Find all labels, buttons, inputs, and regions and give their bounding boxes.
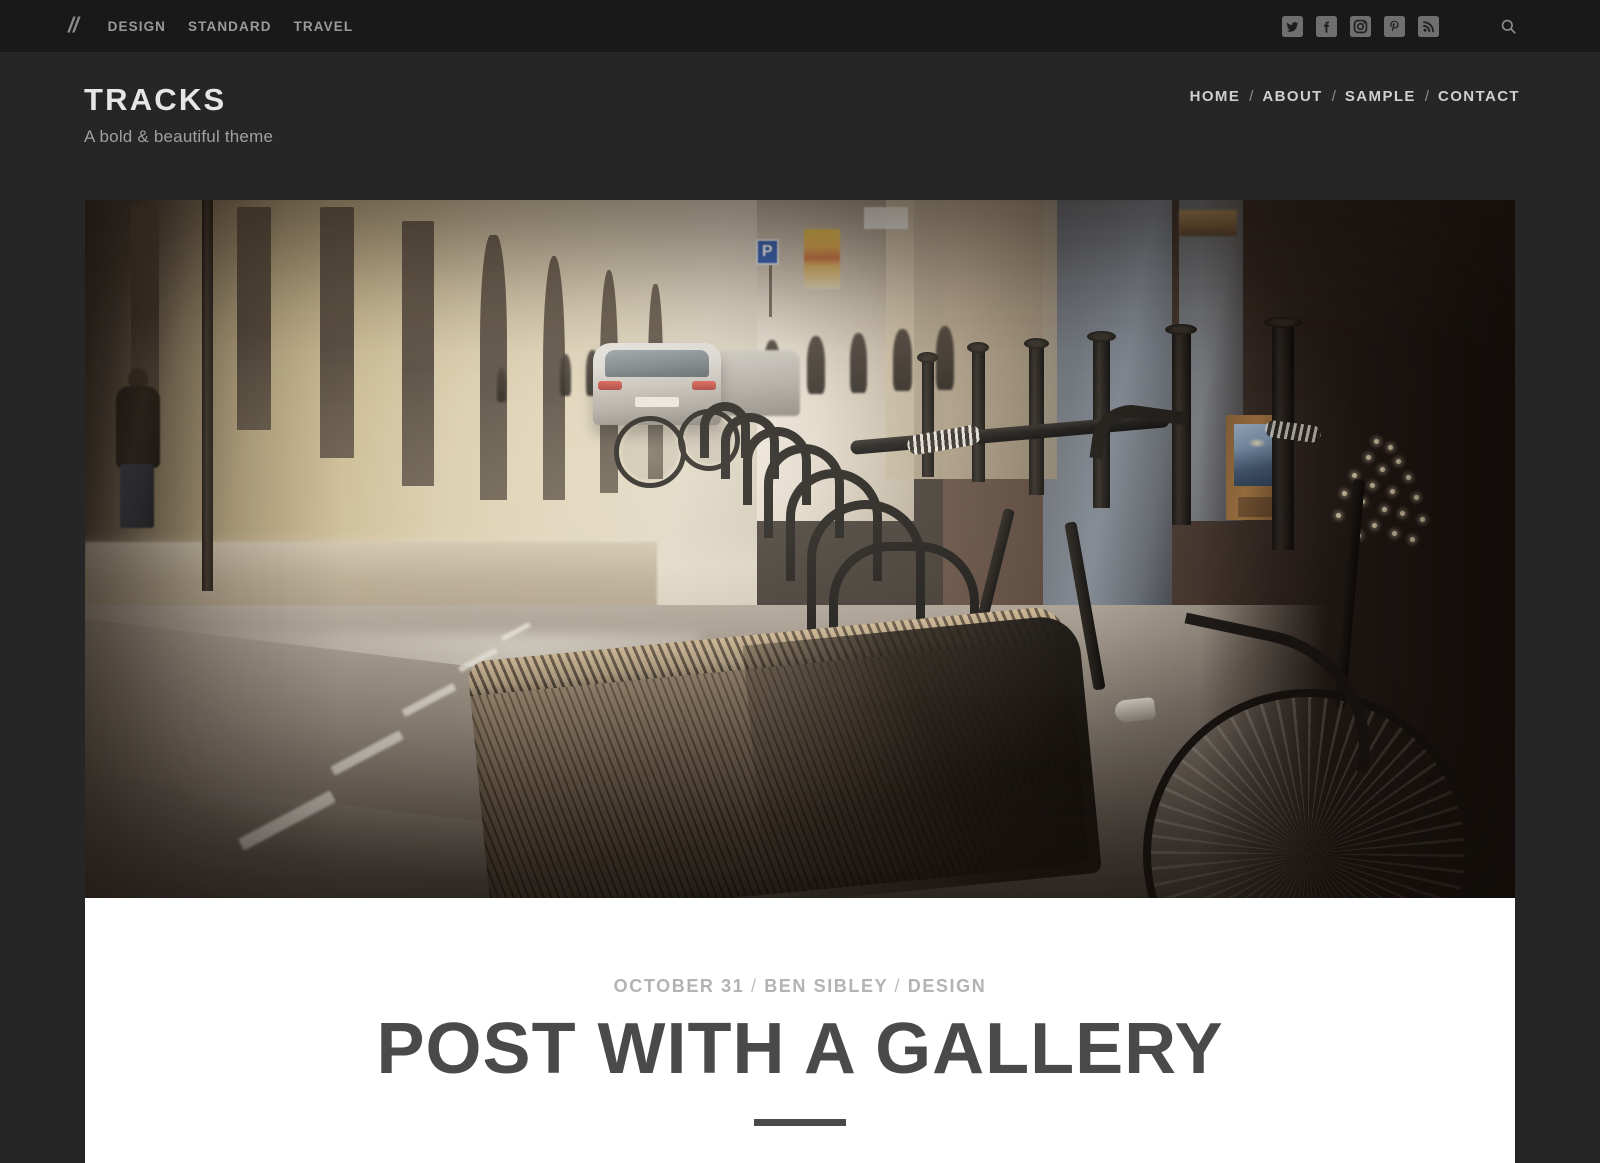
twitter-icon xyxy=(1282,15,1303,37)
primary-nav: HOME / ABOUT / SAMPLE / CONTACT xyxy=(1190,52,1520,105)
photo-vignette xyxy=(85,200,1515,898)
featured-image-link[interactable]: P xyxy=(85,200,1515,898)
post-header: OCTOBER 31 / BEN SIBLEY / DESIGN POST WI… xyxy=(85,898,1515,1163)
featured-photo: P xyxy=(85,200,1515,898)
instagram-link[interactable] xyxy=(1350,15,1371,37)
topbar-link-standard[interactable]: STANDARD xyxy=(188,19,272,34)
nav-item-about[interactable]: ABOUT xyxy=(1262,88,1322,105)
instagram-icon xyxy=(1350,15,1371,37)
pinterest-icon xyxy=(1384,15,1405,37)
search-icon xyxy=(1501,19,1516,34)
facebook-link[interactable] xyxy=(1316,15,1337,37)
social-icon-list xyxy=(1282,15,1439,37)
nav-separator: / xyxy=(1424,88,1429,105)
nav-item-sample[interactable]: SAMPLE xyxy=(1345,88,1416,105)
nav-separator: / xyxy=(1331,88,1336,105)
nav-item-home[interactable]: HOME xyxy=(1190,88,1241,105)
site-description: A bold & beautiful theme xyxy=(84,127,274,146)
rss-link[interactable] xyxy=(1418,15,1439,37)
post-date[interactable]: OCTOBER 31 xyxy=(614,976,745,996)
post-author[interactable]: BEN SIBLEY xyxy=(764,976,888,996)
nav-item-contact[interactable]: CONTACT xyxy=(1438,88,1520,105)
rss-icon xyxy=(1418,15,1439,37)
topbar-link-design[interactable]: DESIGN xyxy=(108,19,166,34)
top-bar-right xyxy=(1282,14,1520,38)
nav-separator: / xyxy=(1249,88,1254,105)
post-category[interactable]: DESIGN xyxy=(908,976,987,996)
twitter-link[interactable] xyxy=(1282,15,1303,37)
post-title: POST WITH A GALLERY xyxy=(376,1009,1224,1089)
branding: TRACKS A bold & beautiful theme xyxy=(84,52,273,147)
meta-separator: / xyxy=(894,976,902,996)
top-bar: // DESIGN STANDARD TRAVEL xyxy=(0,0,1600,52)
title-divider xyxy=(754,1118,846,1126)
content-area: P xyxy=(85,200,1515,1163)
post-meta: OCTOBER 31 / BEN SIBLEY / DESIGN xyxy=(145,976,1455,997)
site-title[interactable]: TRACKS xyxy=(84,84,273,115)
meta-separator: / xyxy=(750,976,758,996)
slash-logo[interactable]: // xyxy=(68,15,79,36)
pinterest-link[interactable] xyxy=(1384,15,1405,37)
site-header: TRACKS A bold & beautiful theme HOME / A… xyxy=(0,52,1600,200)
topbar-link-travel[interactable]: TRAVEL xyxy=(294,19,354,34)
category-nav: DESIGN STANDARD TRAVEL xyxy=(108,19,354,34)
facebook-icon xyxy=(1316,15,1337,37)
search-toggle-button[interactable] xyxy=(1496,14,1520,38)
